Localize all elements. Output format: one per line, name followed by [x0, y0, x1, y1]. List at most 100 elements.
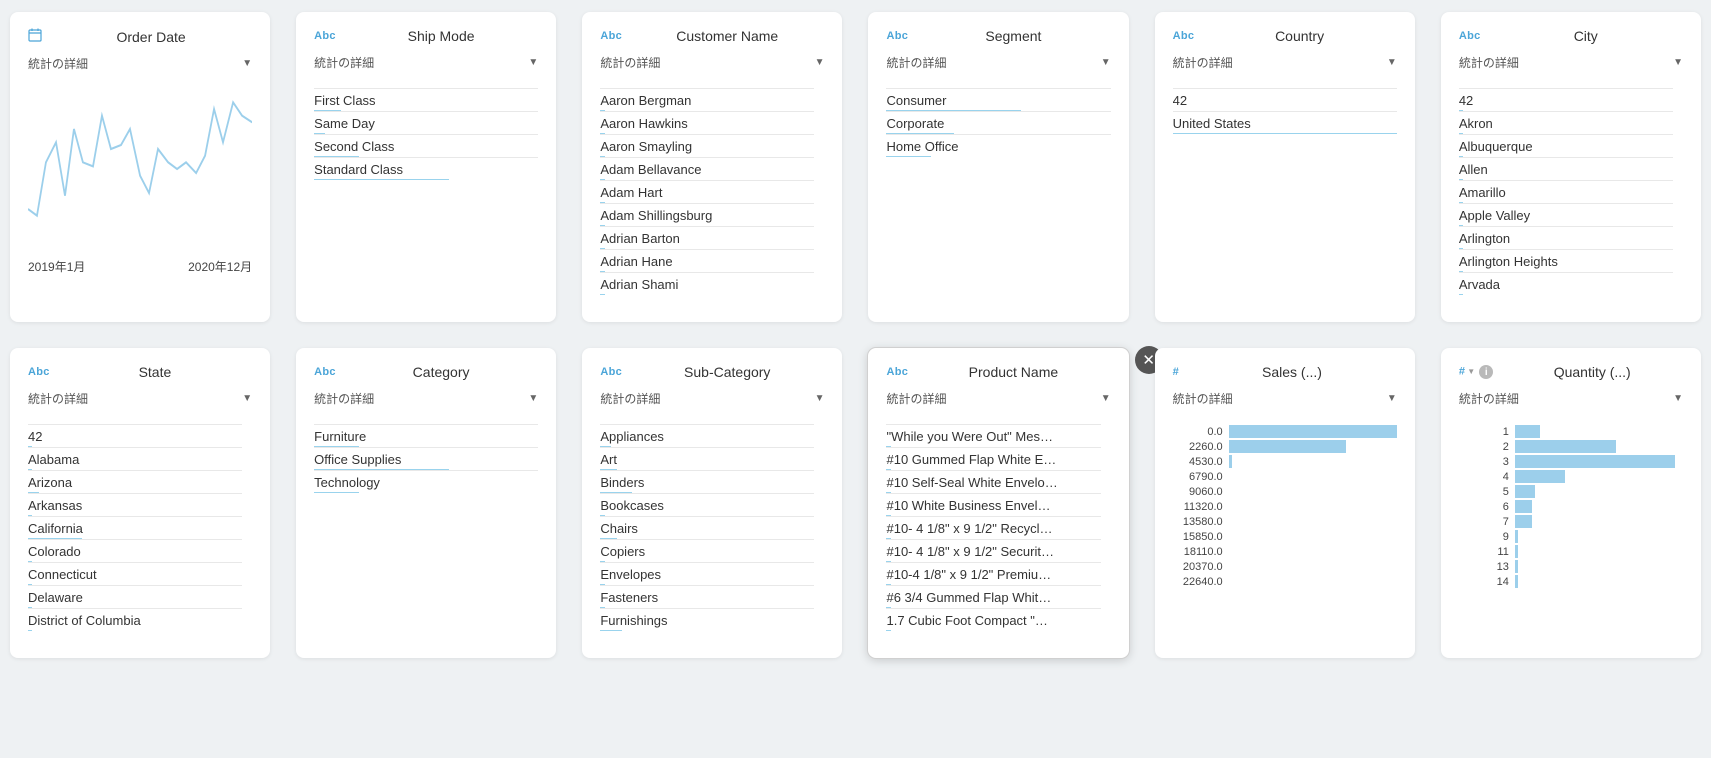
list-item[interactable]: 42 [1173, 88, 1397, 111]
list-item[interactable]: Furniture [314, 424, 538, 447]
list-item[interactable]: #10- 4 1/8" x 9 1/2" Securit… [886, 539, 1100, 562]
list-item[interactable]: Albuquerque [1459, 134, 1673, 157]
list-item[interactable]: First Class [314, 88, 538, 111]
list-item[interactable]: Arizona [28, 470, 242, 493]
list-item[interactable]: #6 3/4 Gummed Flap Whit… [886, 585, 1100, 608]
list-item[interactable]: Second Class [314, 134, 538, 157]
list-item[interactable]: Envelopes [600, 562, 814, 585]
list-item[interactable]: Standard Class [314, 157, 538, 180]
list[interactable]: Aaron BergmanAaron HawkinsAaron Smayling… [600, 88, 824, 308]
stats-dropdown[interactable]: 統計の詳細 ▼ [314, 52, 538, 80]
list-item[interactable]: Adrian Shami [600, 272, 814, 295]
list[interactable]: "While you Were Out" Mes…#10 Gummed Flap… [886, 424, 1110, 644]
list-item[interactable]: United States [1173, 111, 1397, 134]
list-item[interactable]: Allen [1459, 157, 1673, 180]
card-sub-category[interactable]: Abc Sub-Category 統計の詳細 ▼ AppliancesArtBi… [582, 348, 842, 658]
list-item[interactable]: #10-4 1/8" x 9 1/2" Premiu… [886, 562, 1100, 585]
list-item[interactable]: Aaron Hawkins [600, 111, 814, 134]
list-item[interactable]: Aaron Smayling [600, 134, 814, 157]
card-customer-name[interactable]: Abc Customer Name 統計の詳細 ▼ Aaron BergmanA… [582, 12, 842, 322]
card-category[interactable]: Abc Category 統計の詳細 ▼ FurnitureOffice Sup… [296, 348, 556, 658]
stats-dropdown[interactable]: 統計の詳細 ▼ [886, 52, 1110, 80]
list: 42United States [1173, 88, 1397, 308]
card-segment[interactable]: Abc Segment 統計の詳細 ▼ ConsumerCorporateHom… [868, 12, 1128, 322]
list-item[interactable]: Fasteners [600, 585, 814, 608]
list-item[interactable]: Delaware [28, 585, 242, 608]
card-header: Abc City [1459, 28, 1683, 44]
list[interactable]: AppliancesArtBindersBookcasesChairsCopie… [600, 424, 824, 644]
list-item[interactable]: Furnishings [600, 608, 814, 631]
list-item[interactable]: Adam Shillingsburg [600, 203, 814, 226]
list-item[interactable]: Arkansas [28, 493, 242, 516]
list[interactable]: 42AlabamaArizonaArkansasCaliforniaColora… [28, 424, 252, 644]
stats-dropdown[interactable]: 統計の詳細 ▼ [886, 388, 1110, 416]
stats-dropdown[interactable]: 統計の詳細 ▼ [28, 53, 252, 81]
card-quantity[interactable]: #▼i Quantity (...) 統計の詳細 ▼ 1234567911131… [1441, 348, 1701, 658]
card-ship-mode[interactable]: Abc Ship Mode 統計の詳細 ▼ First ClassSame Da… [296, 12, 556, 322]
card-state[interactable]: Abc State 統計の詳細 ▼ 42AlabamaArizonaArkans… [10, 348, 270, 658]
stats-dropdown[interactable]: 統計の詳細 ▼ [28, 388, 252, 416]
stats-dropdown[interactable]: 統計の詳細 ▼ [600, 52, 824, 80]
list-item[interactable]: Corporate [886, 111, 1110, 134]
list-item[interactable]: #10 Self-Seal White Envelo… [886, 470, 1100, 493]
list-item[interactable]: 42 [28, 424, 242, 447]
list-item[interactable]: Chairs [600, 516, 814, 539]
list-item[interactable]: "While you Were Out" Mes… [886, 424, 1100, 447]
list-item[interactable]: Adrian Hane [600, 249, 814, 272]
list-item[interactable]: Technology [314, 470, 538, 493]
card-country[interactable]: Abc Country 統計の詳細 ▼ 42United States [1155, 12, 1415, 322]
stats-dropdown[interactable]: 統計の詳細 ▼ [1173, 388, 1397, 416]
list-item[interactable]: California [28, 516, 242, 539]
list-item[interactable]: Copiers [600, 539, 814, 562]
hbar-track [1229, 440, 1397, 453]
chevron-down-icon: ▼ [528, 57, 538, 68]
list-item[interactable]: Arlington [1459, 226, 1673, 249]
hbar-label: 5 [1459, 486, 1515, 498]
stats-dropdown[interactable]: 統計の詳細 ▼ [1459, 388, 1683, 416]
card-sales[interactable]: # Sales (...) 統計の詳細 ▼ 0.02260.04530.0679… [1155, 348, 1415, 658]
x-axis: 2019年1月 2020年12月 [28, 258, 252, 275]
list-item[interactable]: Aaron Bergman [600, 88, 814, 111]
list-item[interactable]: Colorado [28, 539, 242, 562]
list-item[interactable]: Adam Hart [600, 180, 814, 203]
list-item[interactable]: Alabama [28, 447, 242, 470]
list-item[interactable]: #10 White Business Envel… [886, 493, 1100, 516]
list-item[interactable]: Adam Bellavance [600, 157, 814, 180]
stats-dropdown[interactable]: 統計の詳細 ▼ [1173, 52, 1397, 80]
card-city[interactable]: Abc City 統計の詳細 ▼ 42AkronAlbuquerqueAllen… [1441, 12, 1701, 322]
list-item[interactable]: Arlington Heights [1459, 249, 1673, 272]
list-item[interactable]: Art [600, 447, 814, 470]
dropdown-label: 統計の詳細 [28, 390, 88, 407]
hbar-row: 6 [1459, 499, 1683, 514]
list-item[interactable]: 42 [1459, 88, 1673, 111]
list-item[interactable]: 1.7 Cubic Foot Compact "… [886, 608, 1100, 631]
list-item[interactable]: Appliances [600, 424, 814, 447]
list-item[interactable]: Adrian Barton [600, 226, 814, 249]
card-header: Abc Product Name [886, 364, 1110, 380]
card-order-date[interactable]: Order Date 統計の詳細 ▼ 2019年1月 2020年12月 [10, 12, 270, 322]
card-title: Sub-Category [630, 364, 824, 380]
stats-dropdown[interactable]: 統計の詳細 ▼ [1459, 52, 1683, 80]
list-item[interactable]: Office Supplies [314, 447, 538, 470]
list-item[interactable]: #10- 4 1/8" x 9 1/2" Recycl… [886, 516, 1100, 539]
list-item[interactable]: Consumer [886, 88, 1110, 111]
stats-dropdown[interactable]: 統計の詳細 ▼ [600, 388, 824, 416]
abc-icon: Abc [28, 366, 50, 378]
list-item[interactable]: #10 Gummed Flap White E… [886, 447, 1100, 470]
list-item[interactable]: Arvada [1459, 272, 1673, 295]
hbar-row: 2 [1459, 439, 1683, 454]
card-product-name[interactable]: Abc Product Name 統計の詳細 ▼ "While you Were… [868, 348, 1128, 658]
list-item[interactable]: Apple Valley [1459, 203, 1673, 226]
list-item[interactable]: Same Day [314, 111, 538, 134]
stats-dropdown[interactable]: 統計の詳細 ▼ [314, 388, 538, 416]
list[interactable]: 42AkronAlbuquerqueAllenAmarilloApple Val… [1459, 88, 1683, 308]
card-wrapper-product-name: Abc Product Name 統計の詳細 ▼ "While you Were… [868, 348, 1128, 658]
list-item[interactable]: Akron [1459, 111, 1673, 134]
list-item[interactable]: Amarillo [1459, 180, 1673, 203]
list-item[interactable]: Binders [600, 470, 814, 493]
list-item[interactable]: Home Office [886, 134, 1110, 157]
list-item[interactable]: Connecticut [28, 562, 242, 585]
list-item[interactable]: Bookcases [600, 493, 814, 516]
hbar-label: 11 [1459, 546, 1515, 558]
list-item[interactable]: District of Columbia [28, 608, 242, 631]
